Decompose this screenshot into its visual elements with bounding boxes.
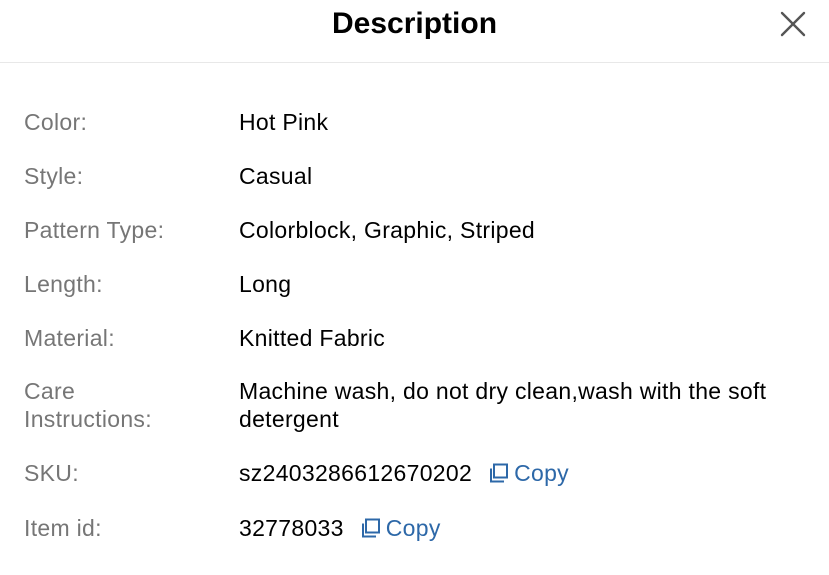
row-value: Colorblock, Graphic, Striped (239, 217, 536, 243)
copy-sku-button[interactable]: Copy (488, 459, 569, 487)
copy-item-id-button[interactable]: Copy (360, 514, 441, 542)
row-label: Care Instructions: (24, 378, 152, 432)
page-title: Description (331, 7, 498, 40)
close-button[interactable] (779, 10, 807, 38)
row-value: Casual (239, 163, 313, 189)
row-value: Hot Pink (239, 109, 329, 135)
copy-label: Copy (385, 515, 441, 541)
modal-header: Description (0, 0, 829, 63)
row-label: Pattern Type: (24, 217, 165, 243)
row-value-wrap: 32778033 Copy (239, 514, 809, 542)
close-icon (780, 11, 806, 37)
row-label: Item id: (24, 515, 102, 541)
copy-icon (490, 463, 509, 483)
row-value: Knitted Fabric (239, 325, 386, 351)
row-value-wrap: sz2403286612670202 Copy (239, 459, 809, 487)
copy-icon (361, 518, 380, 538)
sku-value: sz2403286612670202 (239, 460, 473, 486)
row-label: Length: (24, 271, 103, 297)
row-label: SKU: (24, 460, 79, 486)
row-label: Style: (24, 163, 84, 189)
row-label: Color: (24, 109, 88, 135)
copy-label: Copy (514, 460, 569, 486)
item-id-value: 32778033 (239, 515, 344, 541)
row-value: Machine wash, do not dry clean,wash with… (239, 378, 767, 432)
row-label: Material: (24, 325, 115, 351)
row-value: Long (239, 271, 292, 297)
